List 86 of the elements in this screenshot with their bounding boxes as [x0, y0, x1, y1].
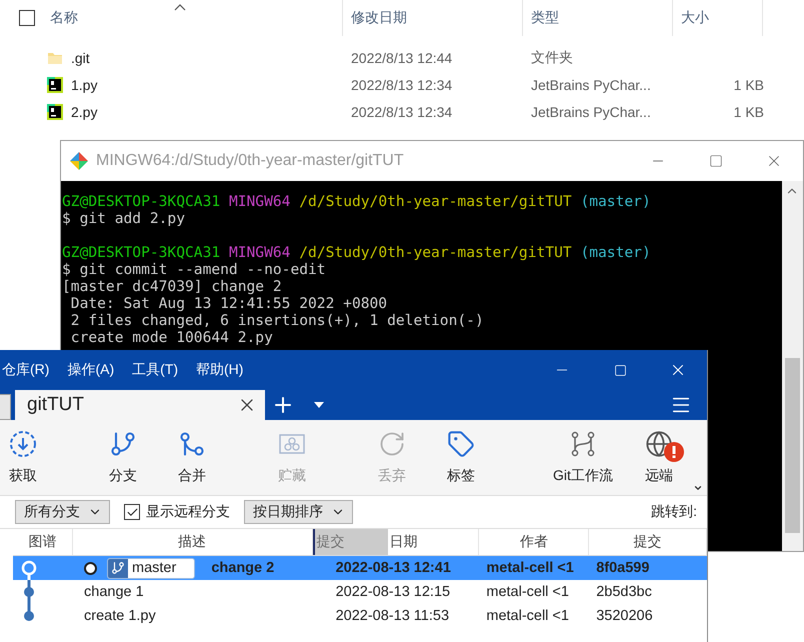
commit-message: change 1	[84, 584, 144, 600]
file-name[interactable]: 2.py	[71, 104, 98, 120]
column-header[interactable]: 大小	[673, 0, 763, 36]
terminal-line: create mode 100644 2.py	[70, 329, 273, 346]
head-dot-icon	[84, 562, 97, 574]
menu-item[interactable]: 操作(A)	[65, 361, 116, 379]
commit-date: 2022-08-13 12:41	[334, 560, 452, 576]
commit-author: metal-cell <1	[485, 608, 570, 624]
commit-message: change 2	[211, 560, 274, 576]
scrollbar[interactable]	[782, 181, 803, 551]
prompt-user: GZ@DESKTOP-3KQCA31	[62, 193, 220, 210]
checkbox-label[interactable]: 显示远程分支	[146, 503, 230, 521]
download-icon	[9, 430, 37, 458]
commit-row[interactable]: change 1 2022-08-13 12:15 metal-cell <1 2b5d3bc	[13, 580, 707, 604]
file-type: JetBrains PyChar...	[531, 104, 651, 120]
dropdown-icon[interactable]	[314, 402, 324, 408]
file-icon	[47, 104, 63, 120]
tag-icon	[447, 430, 475, 458]
commit-message: create 1.py	[84, 608, 156, 624]
graph-node-icon	[21, 580, 37, 604]
commit-hash: 3520206	[595, 608, 654, 624]
toolbar-button[interactable]: 合并	[162, 420, 222, 495]
prompt-branch: (master)	[580, 244, 651, 261]
branch-label[interactable]: master	[107, 558, 196, 578]
terminal-line: $ git add 2.py	[62, 210, 186, 227]
commit-row[interactable]: create 1.py 2022-08-13 11:53 metal-cell <1 3520206	[13, 604, 707, 628]
commit-date: 2022-08-13 11:53	[334, 608, 450, 624]
commit-hash: 8f0a599	[595, 560, 650, 576]
commit-author: metal-cell <1	[485, 584, 570, 600]
menu-item[interactable]: 工具(T)	[130, 361, 180, 379]
commit-date: 2022-08-13 12:15	[334, 584, 452, 600]
column-header[interactable]: 类型	[523, 0, 673, 36]
file-size: 1 KB	[734, 104, 764, 120]
file-name[interactable]: 1.py	[71, 76, 98, 92]
prompt-path: /d/Study/0th-year-master/gitTUT	[299, 244, 572, 261]
jump-to-label: 跳转到:	[651, 503, 697, 521]
column-header[interactable]: 日期	[388, 529, 480, 555]
prompt-path: /d/Study/0th-year-master/gitTUT	[299, 193, 572, 210]
column-header[interactable]: 提交	[589, 529, 708, 555]
check-icon	[126, 506, 138, 518]
column-header[interactable]: 名称	[42, 0, 343, 36]
globe-icon	[645, 430, 673, 458]
file-icon	[47, 76, 63, 92]
merge-icon	[178, 430, 206, 458]
file-date: 2022/8/13 12:34	[351, 104, 452, 120]
exclamation-icon	[672, 446, 676, 458]
file-size: 1 KB	[734, 76, 764, 92]
prompt-user: GZ@DESKTOP-3KQCA31	[62, 244, 220, 261]
select-all-checkbox[interactable]	[19, 10, 35, 26]
column-header[interactable]: 修改日期	[343, 0, 523, 36]
terminal-line: $ git commit --amend --no-edit	[62, 261, 326, 278]
flow-icon	[569, 430, 597, 458]
rotate-icon	[378, 430, 406, 458]
file-name[interactable]: .git	[71, 50, 90, 66]
toolbar-button[interactable]: 获取	[0, 420, 46, 495]
repository-tab[interactable]: gitTUT	[15, 390, 265, 420]
prompt-host: MINGW64	[228, 193, 290, 210]
branch-icon	[109, 430, 137, 458]
branch-icon	[111, 561, 125, 575]
toolbar-button[interactable]: 标签	[431, 420, 491, 495]
file-type: 文件夹	[531, 48, 573, 64]
file-date: 2022/8/13 12:34	[351, 76, 452, 92]
branch-filter-dropdown[interactable]: 所有分支	[15, 500, 110, 524]
toolbar-button[interactable]: Git工作流	[545, 420, 621, 495]
menu-item[interactable]: 仓库(R)	[0, 361, 52, 379]
prompt-branch: (master)	[580, 193, 651, 210]
menu-item[interactable]: 帮助(H)	[194, 361, 246, 379]
file-date: 2022/8/13 12:44	[351, 50, 452, 66]
maximize-icon[interactable]	[709, 154, 723, 168]
column-header[interactable]: 作者	[479, 529, 590, 555]
commit-author: metal-cell <1	[485, 560, 575, 576]
terminal-line: 2 files changed, 6 insertions(+), 1 deletion(-)	[70, 312, 484, 329]
toolbar-button[interactable]: 分支	[93, 420, 153, 495]
terminal-line: Date: Sat Aug 13 12:41:55 2022 +0800	[70, 295, 388, 312]
toolbar-button[interactable]: 远端	[629, 420, 689, 495]
diamond-logo-icon	[69, 151, 89, 171]
prompt-host: MINGW64	[228, 244, 290, 261]
overflow-caret-icon[interactable]	[693, 483, 703, 493]
commit-hash: 2b5d3bc	[595, 584, 653, 600]
column-header[interactable]: 图谱	[13, 529, 73, 555]
terminal-line: [master dc47039] change 2	[62, 278, 282, 295]
window-title: MINGW64:/d/Study/0th-year-master/gitTUT	[96, 152, 404, 170]
checkbox[interactable]	[124, 504, 140, 520]
file-type: JetBrains PyChar...	[531, 76, 651, 92]
commit-row[interactable]: master change 2 2022-08-13 12:41 metal-cell <1 8f0a599	[13, 556, 707, 580]
sort-dropdown[interactable]: 按日期排序	[244, 500, 353, 524]
